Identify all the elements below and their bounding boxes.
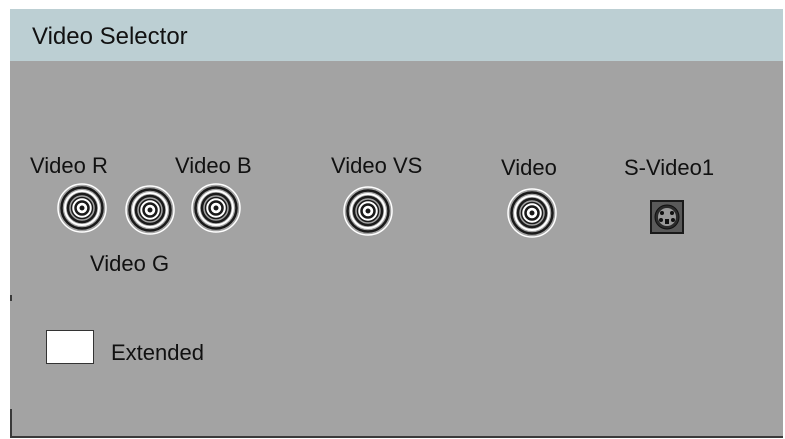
video-g-connector[interactable] [125,185,175,235]
video-label: Video [501,155,557,180]
extended-checkbox[interactable] [46,330,94,364]
bnc-connector-icon [192,184,240,232]
video-r-connector[interactable] [57,183,107,233]
bnc-connector-icon [344,187,392,235]
video-b-label: Video B [175,153,252,178]
left-edge-mark [10,409,12,437]
video-g-label: Video G [90,251,170,276]
title-bar: Video Selector [10,9,783,61]
s-video1-connector[interactable] [650,200,684,234]
s-video1-label: S-Video1 [624,155,715,180]
bnc-connector-icon [58,184,106,232]
video-vs-connector[interactable] [343,186,393,236]
extended-label: Extended [111,340,204,365]
window-title: Video Selector [32,23,188,50]
left-edge-mark [10,295,12,301]
panel-bottom-border [10,436,783,438]
video-connector[interactable] [507,188,557,238]
video-vs-label: Video VS [331,153,423,178]
video-selector-window: Video Selector Video R Video G Video B V… [10,9,784,438]
video-b-connector[interactable] [191,183,241,233]
bnc-connector-icon [126,186,174,234]
bnc-connector-icon [508,189,556,237]
video-r-label: Video R [30,153,108,178]
